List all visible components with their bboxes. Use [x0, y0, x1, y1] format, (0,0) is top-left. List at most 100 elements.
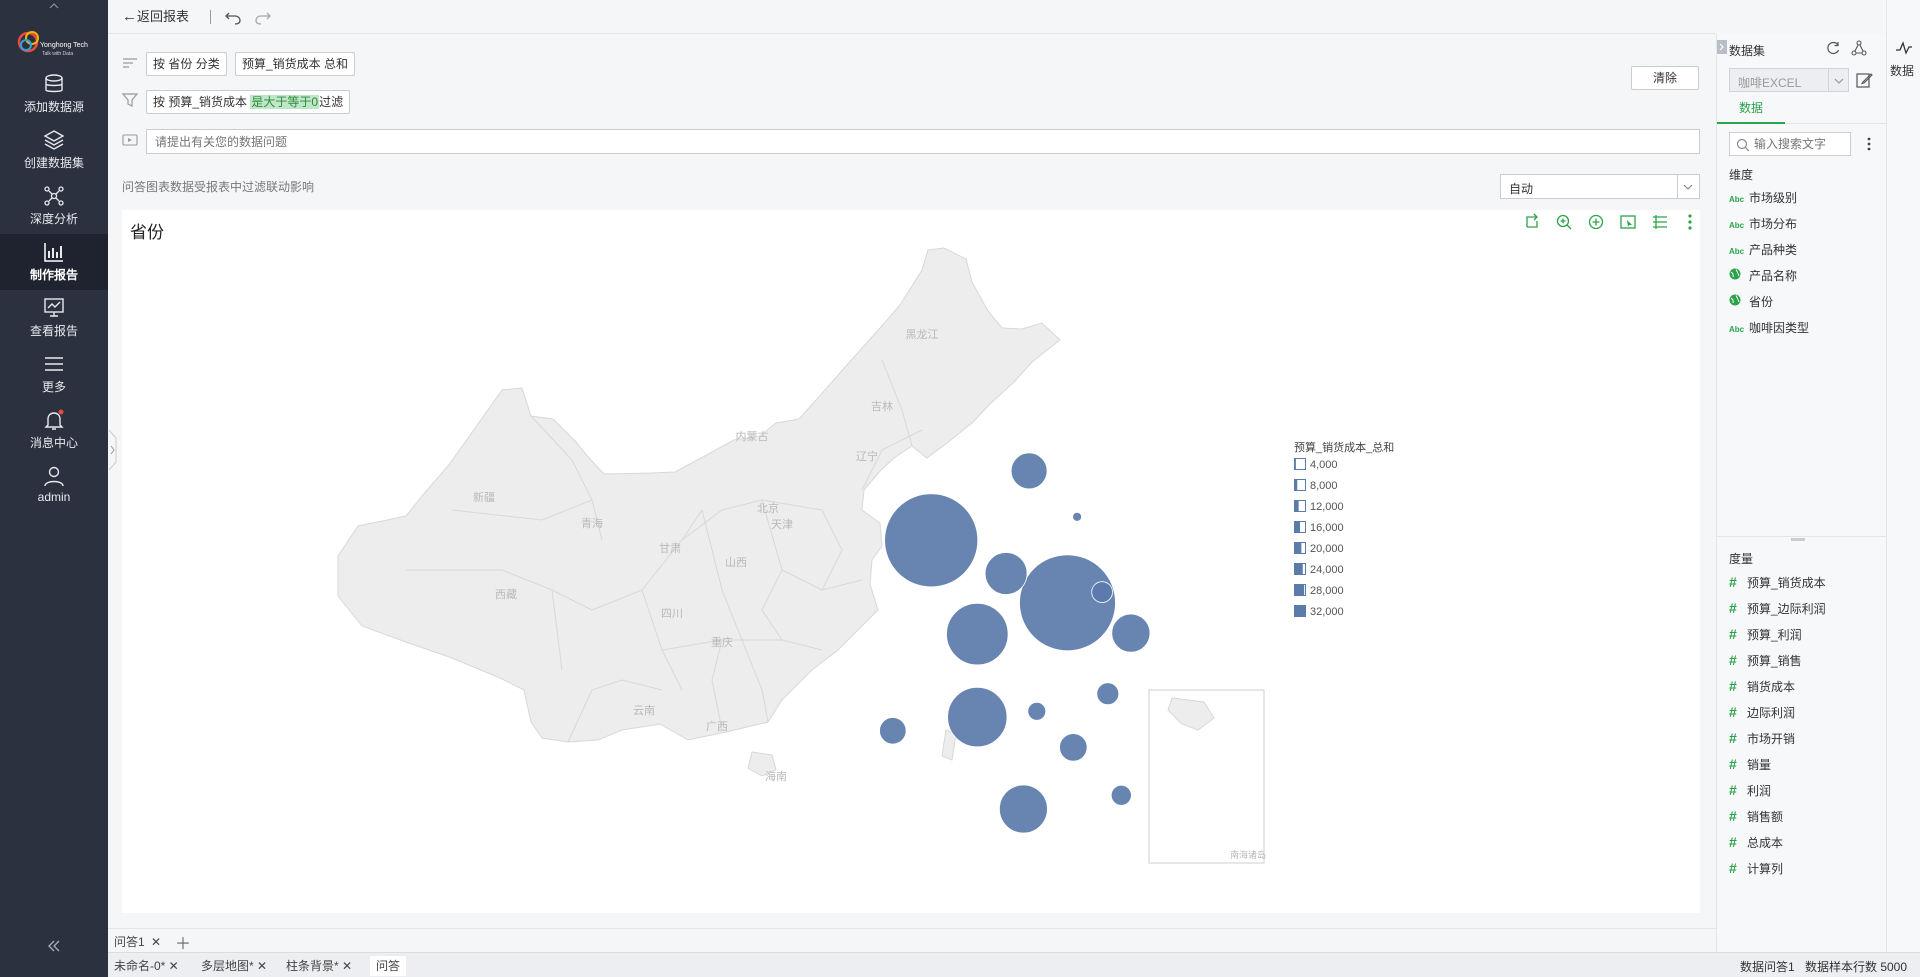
bubble-mark[interactable]: [879, 717, 907, 745]
nav-label: 制作报告: [29, 268, 78, 282]
redo-icon[interactable]: [254, 8, 272, 26]
group-by-chip[interactable]: 按 省份 分类: [146, 52, 227, 76]
add-tab-icon[interactable]: ＋: [175, 930, 191, 954]
field-label: 产品种类: [1749, 243, 1798, 257]
nav-make-report[interactable]: 制作报告: [0, 234, 108, 290]
refresh-icon[interactable]: [1825, 40, 1841, 56]
collapse-panel-icon[interactable]: [1717, 40, 1727, 54]
filter-icon: [121, 92, 139, 108]
legend-swatch: [1294, 584, 1306, 596]
legend-swatch: [1294, 500, 1306, 512]
bubble-mark[interactable]: [999, 784, 1048, 834]
field-label: 销货成本: [1747, 680, 1796, 694]
chart-panel: 省份 黑龙江 吉林 辽宁 内蒙古 新疆 青海 西藏 甘肃 四川 云南 广西 海南 山西 北京 天津 重庆 南海…: [122, 210, 1700, 913]
measure-field[interactable]: # 边际利润: [1729, 702, 1795, 722]
legend-label: 16,000: [1310, 522, 1344, 534]
bubble-mark[interactable]: [1096, 682, 1120, 706]
undo-icon[interactable]: [224, 8, 242, 26]
nav-deep-analysis[interactable]: 深度分析: [0, 184, 108, 238]
number-type-icon: #: [1729, 808, 1737, 824]
close-icon[interactable]: ✕: [254, 959, 267, 973]
question-input[interactable]: [146, 129, 1700, 154]
field-label: 市场级别: [1749, 191, 1798, 205]
collapse-up-icon[interactable]: [46, 0, 62, 10]
measure-chip[interactable]: 预算_销货成本 总和: [235, 52, 356, 76]
bubble-mark[interactable]: [1091, 581, 1113, 603]
measure-field[interactable]: # 销售额: [1729, 806, 1783, 826]
legend-swatch: [1294, 605, 1306, 617]
dimension-field[interactable]: Abc 产品种类: [1729, 240, 1797, 260]
measure-field[interactable]: # 总成本: [1729, 832, 1783, 852]
search-input[interactable]: [1752, 135, 1848, 153]
back-to-report-button[interactable]: ←返回报表: [122, 8, 189, 26]
legend-item: 28,000: [1294, 581, 1394, 602]
nav-view-report[interactable]: 查看报告: [0, 296, 108, 350]
measure-field[interactable]: # 预算_销货成本: [1729, 572, 1826, 592]
bubble-mark[interactable]: [1072, 511, 1082, 522]
nav-create-dataset[interactable]: 创建数据集: [0, 128, 108, 182]
dimension-header: 维度: [1729, 168, 1754, 182]
number-type-icon: #: [1729, 756, 1737, 772]
bubble-mark[interactable]: [1111, 613, 1151, 653]
measure-field[interactable]: # 销量: [1729, 754, 1771, 774]
measure-field[interactable]: # 计算列: [1729, 858, 1783, 878]
nav-add-datasource[interactable]: 添加数据源: [0, 72, 108, 126]
bubble-mark[interactable]: [1010, 452, 1048, 490]
field-search[interactable]: [1729, 132, 1851, 156]
report-tab[interactable]: 问答: [370, 956, 407, 976]
report-tab[interactable]: 多层地图* ✕: [201, 956, 267, 976]
nav-label: 消息中心: [29, 436, 78, 450]
nav-message-center[interactable]: 消息中心: [0, 408, 108, 462]
chip-field: 省份: [168, 57, 193, 71]
measure-field[interactable]: # 预算_销售: [1729, 650, 1802, 670]
report-tab[interactable]: 柱条背景* ✕: [286, 956, 352, 976]
dimension-field[interactable]: Abc 咖啡因类型: [1729, 318, 1809, 338]
pulse-icon[interactable]: [1895, 40, 1913, 56]
dimension-field[interactable]: 省份: [1729, 292, 1773, 312]
chart-collapse-handle[interactable]: [108, 429, 118, 471]
field-label: 预算_利润: [1747, 628, 1802, 642]
close-icon[interactable]: ✕: [339, 959, 352, 973]
dimension-field[interactable]: 产品名称: [1729, 266, 1797, 286]
far-right-label[interactable]: 数据: [1890, 62, 1914, 79]
logo-line1: Yonghong Tech: [40, 42, 88, 49]
filter-field: 预算_销货成本: [168, 95, 248, 109]
bubble-mark[interactable]: [1027, 701, 1047, 721]
bubble-mark[interactable]: [947, 686, 1008, 748]
bubble-mark[interactable]: [1059, 733, 1088, 762]
panel-splitter[interactable]: [1717, 536, 1887, 542]
legend-title: 预算_销货成本_总和: [1294, 442, 1395, 454]
measure-field[interactable]: # 预算_利润: [1729, 624, 1802, 644]
bubble-mark[interactable]: [946, 602, 1009, 666]
close-icon[interactable]: ✕: [151, 935, 161, 949]
report-tab[interactable]: 未命名-0* ✕: [114, 956, 179, 976]
more-vertical-icon[interactable]: [1863, 136, 1875, 152]
measure-field[interactable]: # 销货成本: [1729, 676, 1795, 696]
panel-tab-label: 问答1: [114, 935, 145, 949]
panel-tab-qa1[interactable]: 问答1 ✕: [114, 933, 161, 950]
dataset-select[interactable]: 咖啡EXCEL: [1729, 68, 1849, 92]
measure-field[interactable]: # 市场开销: [1729, 728, 1795, 748]
clear-button[interactable]: 清除: [1631, 66, 1699, 90]
share-nodes-icon[interactable]: [1851, 40, 1867, 56]
status-left: 数据问答1: [1740, 960, 1795, 974]
number-type-icon: #: [1729, 626, 1737, 642]
measure-field[interactable]: # 利润: [1729, 780, 1771, 800]
bell-icon: [44, 409, 64, 430]
bubble-mark[interactable]: [884, 493, 979, 588]
bubble-mark[interactable]: [1110, 784, 1132, 806]
nav-more[interactable]: 更多: [0, 352, 108, 406]
province-label: 辽宁: [856, 449, 878, 463]
report-tab-label: 问答: [376, 959, 401, 973]
edit-dataset-icon[interactable]: [1855, 71, 1873, 89]
close-icon[interactable]: ✕: [165, 959, 179, 973]
bubble-mark[interactable]: [984, 552, 1028, 595]
tab-data[interactable]: 数据: [1717, 98, 1785, 124]
dimension-field[interactable]: Abc 市场分布: [1729, 214, 1797, 234]
measure-field[interactable]: # 预算_边际利润: [1729, 598, 1826, 618]
filter-chip[interactable]: 按 预算_销货成本 是大于等于0过滤: [146, 90, 351, 114]
nav-user-admin[interactable]: admin: [0, 464, 108, 518]
collapse-sidebar-icon[interactable]: [44, 938, 64, 954]
chart-type-select[interactable]: 自动: [1500, 174, 1700, 199]
dimension-field[interactable]: Abc 市场级别: [1729, 188, 1797, 208]
